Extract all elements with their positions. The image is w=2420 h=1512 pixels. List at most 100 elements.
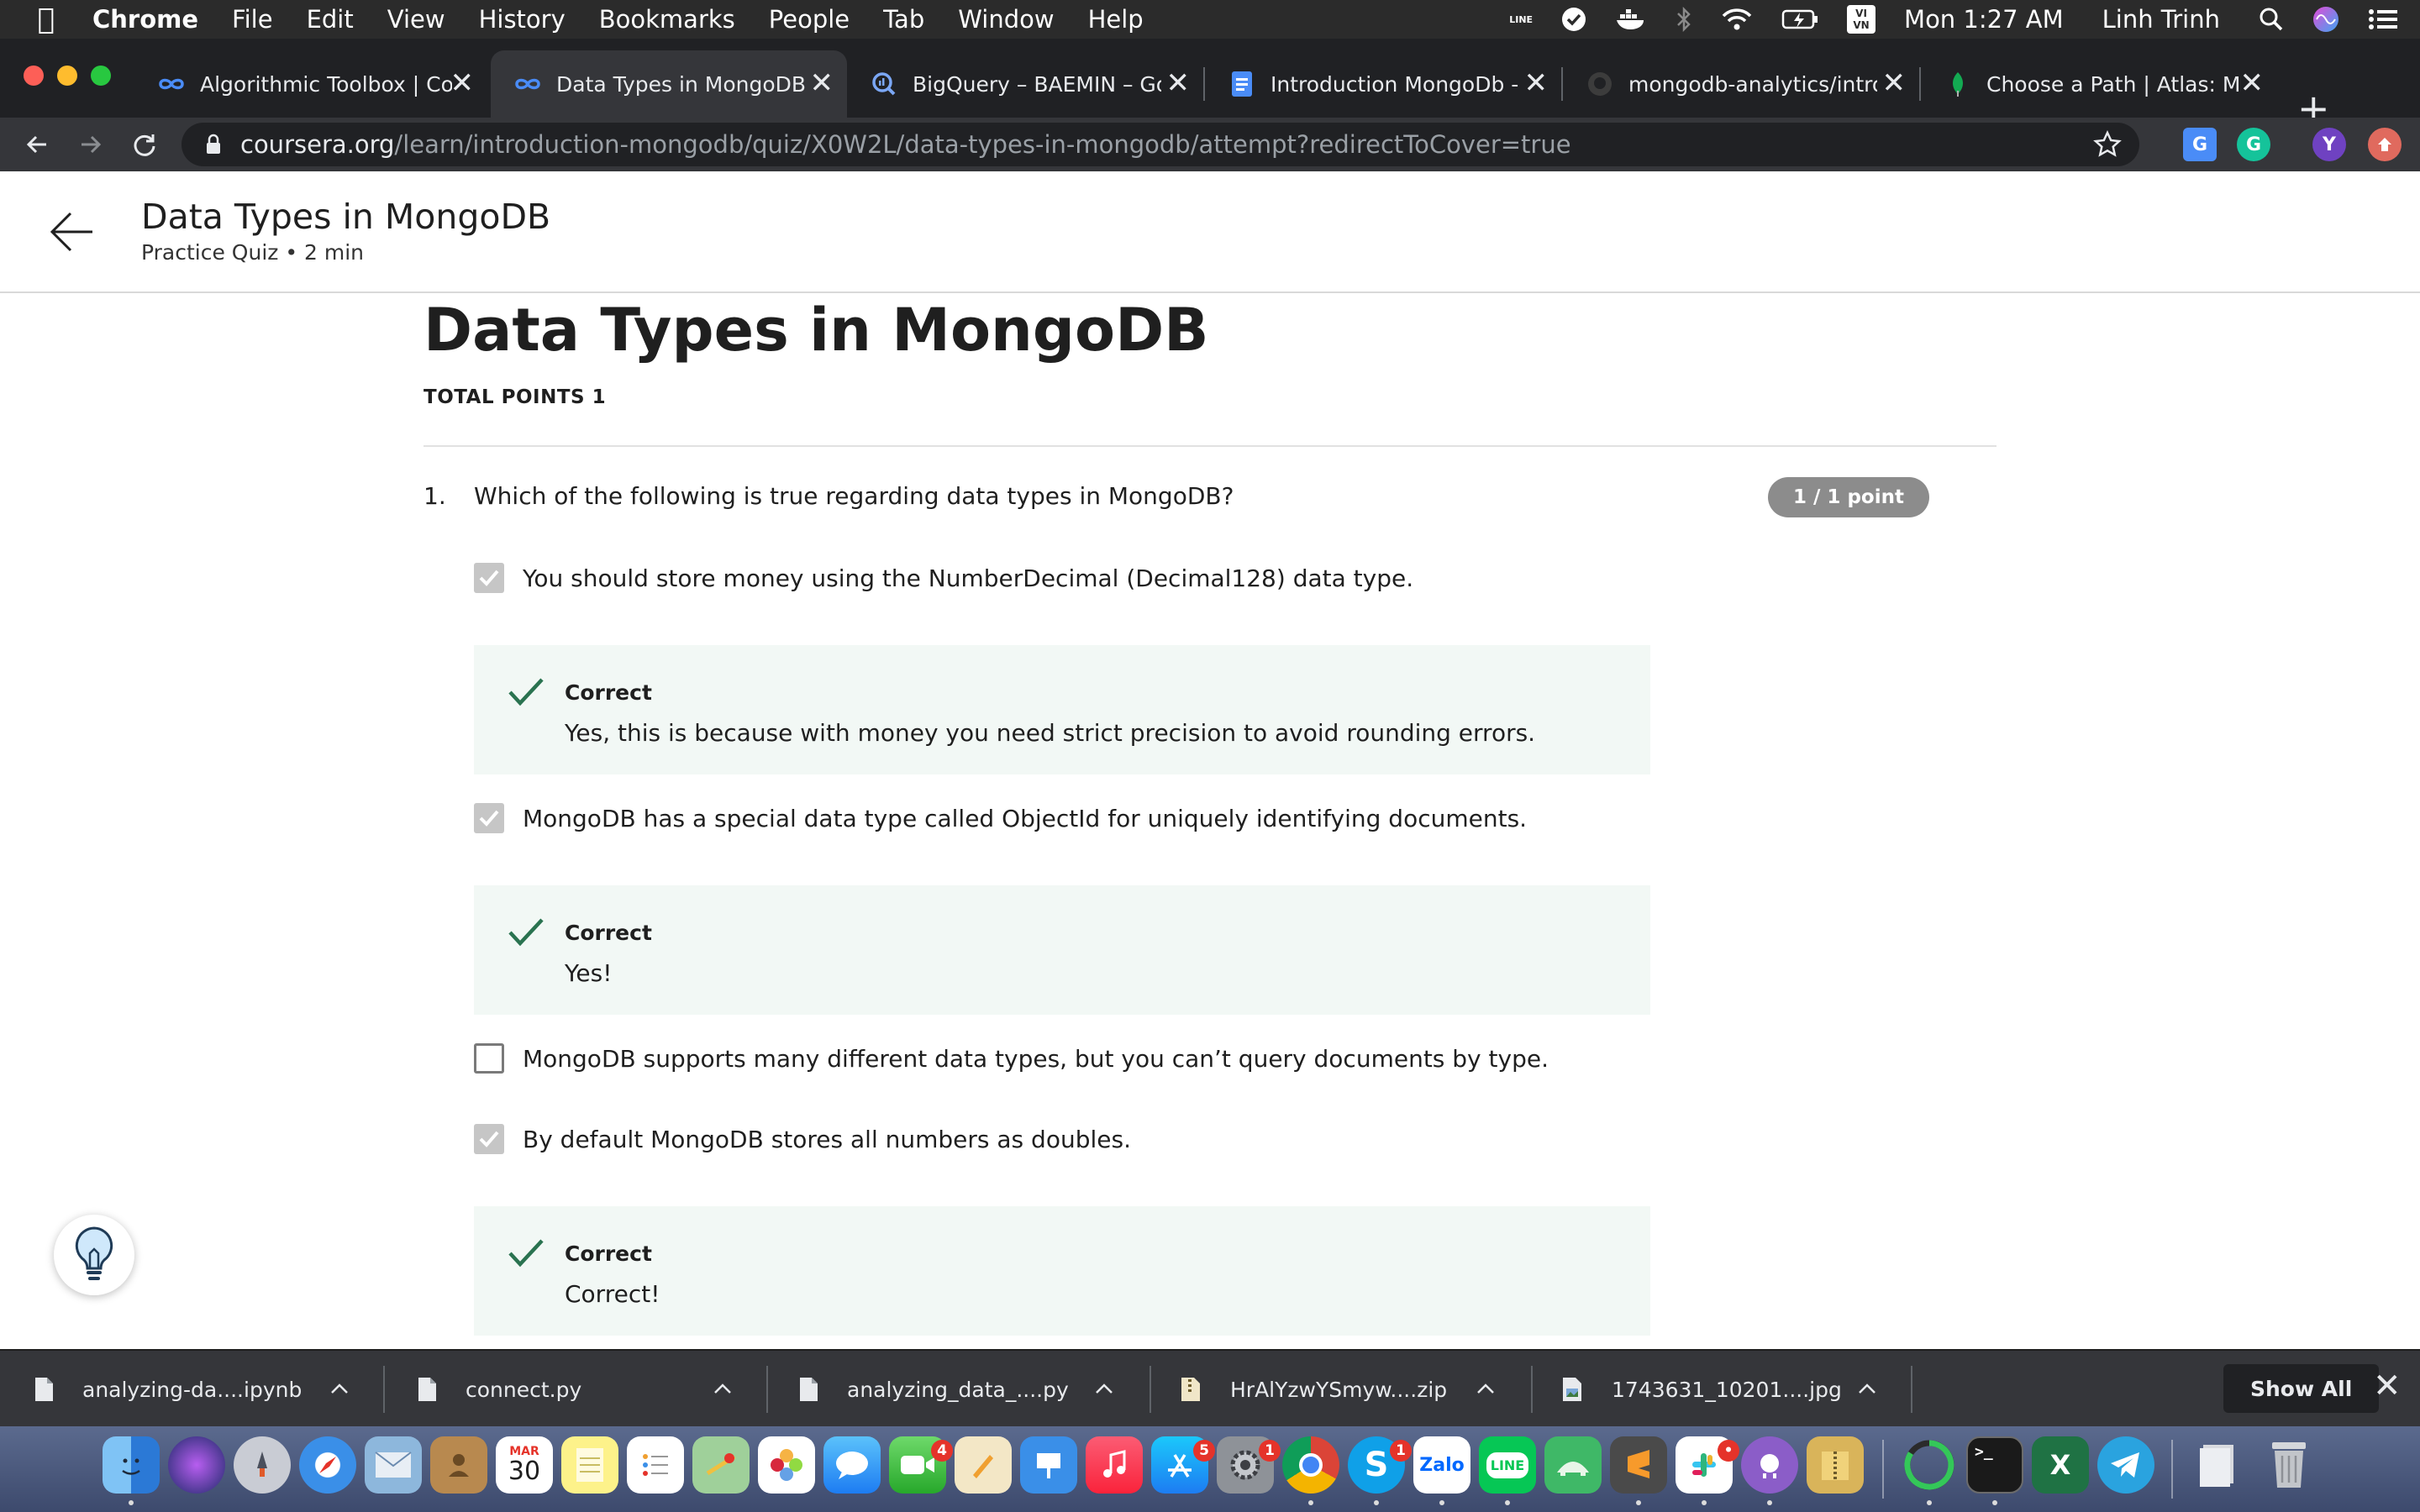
input-method-vi-icon[interactable]: VI VN bbox=[1847, 5, 1876, 34]
tab-close-icon[interactable]: ✕ bbox=[810, 69, 834, 97]
show-all-downloads-button[interactable]: Show All bbox=[2223, 1364, 2380, 1413]
documents-stack-icon[interactable] bbox=[2190, 1436, 2247, 1494]
menu-window[interactable]: Window bbox=[958, 5, 1054, 34]
photos-icon[interactable] bbox=[758, 1436, 815, 1494]
line-app-icon[interactable]: LINE bbox=[1479, 1436, 1536, 1494]
checkbox-checked[interactable] bbox=[474, 803, 504, 833]
skype-icon[interactable]: S 1 bbox=[1348, 1436, 1412, 1494]
checkbox-checked[interactable] bbox=[474, 1124, 504, 1154]
notes-icon[interactable] bbox=[561, 1436, 618, 1494]
back-arrow-icon[interactable] bbox=[47, 210, 96, 257]
search-icon[interactable] bbox=[2259, 7, 2284, 32]
tab-close-icon[interactable]: ✕ bbox=[450, 69, 475, 97]
answer-option[interactable]: MongoDB has a special data type called O… bbox=[474, 803, 1527, 833]
battery-charging-icon[interactable] bbox=[1781, 8, 1818, 30]
excel-icon[interactable]: X bbox=[2032, 1436, 2089, 1494]
profile-avatar[interactable]: Y bbox=[2312, 128, 2346, 161]
maps-icon[interactable] bbox=[692, 1436, 750, 1494]
tab-google-docs[interactable]: Introduction MongoDb - Google Docs ✕ bbox=[1205, 50, 1561, 118]
chevron-up-icon[interactable] bbox=[1094, 1376, 1114, 1400]
download-item[interactable]: connect.py bbox=[383, 1351, 763, 1428]
menu-help[interactable]: Help bbox=[1088, 5, 1144, 34]
wifi-icon[interactable] bbox=[1721, 7, 1753, 32]
sublime-text-icon[interactable] bbox=[1610, 1436, 1667, 1494]
download-item[interactable]: 1743631_10201....jpg bbox=[1528, 1351, 1907, 1428]
tab-close-icon[interactable]: ✕ bbox=[1166, 69, 1191, 97]
github-desktop-icon[interactable] bbox=[1741, 1436, 1798, 1494]
menu-bar-clock[interactable]: Mon 1:27 AM bbox=[1904, 5, 2064, 34]
download-item[interactable]: HrAlYzwYSmyw....zip bbox=[1146, 1351, 1526, 1428]
reminders-icon[interactable] bbox=[627, 1436, 684, 1494]
siri-icon[interactable] bbox=[2312, 6, 2339, 33]
answer-option[interactable]: By default MongoDB stores all numbers as… bbox=[474, 1124, 1131, 1154]
address-bar[interactable]: coursera.org /learn/introduction-mongodb… bbox=[182, 123, 2139, 166]
keynote-icon[interactable] bbox=[1020, 1436, 1077, 1494]
window-close-button[interactable] bbox=[24, 66, 44, 86]
music-icon[interactable] bbox=[1086, 1436, 1143, 1494]
download-item[interactable]: analyzing-da....ipynb bbox=[0, 1351, 380, 1428]
back-button[interactable] bbox=[18, 126, 55, 163]
menu-bookmarks[interactable]: Bookmarks bbox=[599, 5, 735, 34]
menu-view[interactable]: View bbox=[387, 5, 445, 34]
tab-close-icon[interactable]: ✕ bbox=[1524, 69, 1549, 97]
menu-people[interactable]: People bbox=[769, 5, 850, 34]
lightbulb-help-button[interactable] bbox=[54, 1215, 134, 1295]
line-icon[interactable]: LINE bbox=[1509, 14, 1533, 25]
calendar-icon[interactable]: MAR 30 bbox=[496, 1436, 553, 1494]
menu-tab[interactable]: Tab bbox=[883, 5, 924, 34]
menu-edit[interactable]: Edit bbox=[307, 5, 354, 34]
menu-bar-user[interactable]: Linh Trinh bbox=[2102, 5, 2220, 34]
forward-button[interactable] bbox=[72, 126, 109, 163]
tab-algorithmic-toolbox[interactable]: Algorithmic Toolbox | Coursera ✕ bbox=[134, 50, 487, 118]
checkmark-circle-icon[interactable] bbox=[1561, 7, 1586, 32]
menu-file[interactable]: File bbox=[232, 5, 273, 34]
download-item[interactable]: analyzing_data_....py bbox=[765, 1351, 1144, 1428]
menu-history[interactable]: History bbox=[479, 5, 566, 34]
grammarly-icon[interactable]: G bbox=[2237, 128, 2270, 161]
facetime-icon[interactable]: 4 bbox=[889, 1436, 953, 1494]
activity-ring-icon[interactable] bbox=[1901, 1436, 1958, 1494]
mail-icon[interactable] bbox=[365, 1436, 422, 1494]
system-preferences-icon[interactable]: 1 bbox=[1217, 1436, 1281, 1494]
chevron-up-icon[interactable] bbox=[1857, 1376, 1877, 1400]
window-minimize-button[interactable] bbox=[57, 66, 77, 86]
tab-close-icon[interactable]: ✕ bbox=[1882, 69, 1907, 97]
google-translate-icon[interactable]: G bbox=[2183, 128, 2217, 161]
archive-utility-icon[interactable] bbox=[1807, 1436, 1864, 1494]
bluetooth-icon[interactable] bbox=[1676, 7, 1692, 32]
window-zoom-button[interactable] bbox=[91, 66, 111, 86]
apple-menu-icon[interactable]:  bbox=[0, 3, 92, 36]
checkbox-unchecked[interactable] bbox=[474, 1043, 504, 1074]
tab-bigquery[interactable]: BigQuery – BAEMIN – Google Cloud ✕ bbox=[847, 50, 1203, 118]
docker-icon[interactable] bbox=[1615, 8, 1647, 31]
telegram-icon[interactable] bbox=[2097, 1436, 2154, 1494]
trash-icon[interactable] bbox=[2260, 1436, 2317, 1494]
launchpad-icon[interactable] bbox=[234, 1436, 291, 1494]
answer-option[interactable]: You should store money using the NumberD… bbox=[474, 563, 1413, 593]
notification-center-icon[interactable] bbox=[2368, 8, 2398, 31]
menu-app-name[interactable]: Chrome bbox=[92, 5, 198, 34]
chevron-up-icon[interactable] bbox=[1476, 1376, 1496, 1400]
tab-atlas-mongodb[interactable]: Choose a Path | Atlas: MongoDB ✕ bbox=[1921, 50, 2277, 118]
zalo-icon[interactable]: Zalo bbox=[1413, 1436, 1470, 1494]
app-store-icon[interactable]: 5 bbox=[1151, 1436, 1215, 1494]
finder-icon[interactable] bbox=[103, 1436, 160, 1494]
bookmark-star-icon[interactable] bbox=[2092, 129, 2123, 165]
contacts-icon[interactable] bbox=[430, 1436, 487, 1494]
checkbox-checked[interactable] bbox=[474, 563, 504, 593]
chevron-up-icon[interactable] bbox=[713, 1376, 733, 1400]
siri-icon[interactable] bbox=[168, 1436, 225, 1494]
messages-icon[interactable] bbox=[823, 1436, 881, 1494]
tab-github-mongodb-analytics[interactable]: mongodb-analytics/intro-to ✕ bbox=[1563, 50, 1919, 118]
tab-data-types-in-mongodb[interactable]: Data Types in MongoDB | Coursera ✕ bbox=[491, 50, 847, 118]
chevron-up-icon[interactable] bbox=[329, 1376, 350, 1400]
slack-icon[interactable]: • bbox=[1676, 1436, 1739, 1494]
extension-icon[interactable] bbox=[2368, 128, 2402, 161]
lock-icon[interactable] bbox=[205, 134, 222, 155]
pages-icon[interactable] bbox=[955, 1436, 1012, 1494]
tab-close-icon[interactable]: ✕ bbox=[2240, 69, 2265, 97]
reload-button[interactable] bbox=[126, 126, 163, 163]
answer-option[interactable]: MongoDB supports many different data typ… bbox=[474, 1043, 1549, 1074]
transmit-icon[interactable] bbox=[1544, 1436, 1602, 1494]
terminal-icon[interactable]: >_ bbox=[1966, 1436, 2023, 1494]
